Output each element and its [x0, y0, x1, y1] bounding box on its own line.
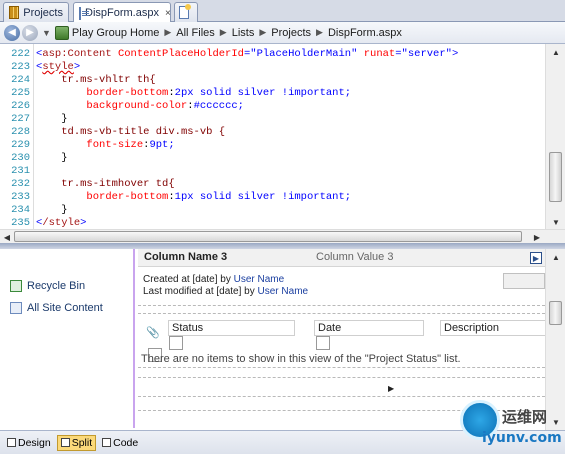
code-view-button[interactable]: Code [98, 435, 142, 451]
divider [138, 396, 545, 397]
document-tab-strip: Projects DispForm.aspx × [0, 0, 565, 23]
code-horizontal-scrollbar[interactable]: ◀ ▶ [0, 229, 565, 243]
attachment-icon: 📎 [146, 327, 160, 339]
column-header-date[interactable]: Date [314, 320, 424, 336]
code-line: 231 [11, 165, 30, 177]
code-line: 222 <asp:Content ContentPlaceHolderId="Pl… [11, 48, 459, 60]
breadcrumb-item-home[interactable]: Play Group Home [72, 27, 159, 39]
field-name: Column Name 3 [144, 251, 228, 263]
scrollbar-thumb[interactable] [14, 231, 522, 242]
back-button[interactable]: ◀ [4, 24, 20, 41]
code-line: 229 font-size:9pt; [11, 139, 175, 151]
divider [138, 313, 545, 314]
column-header-status[interactable]: Status [168, 320, 295, 336]
scroll-down-icon[interactable]: ▼ [546, 214, 565, 230]
paging-next-icon[interactable]: ▶ [388, 384, 394, 393]
breadcrumb-item-dispform[interactable]: DispForm.aspx [328, 27, 402, 39]
column-header-description[interactable]: Description [440, 320, 545, 336]
code-line: 225 border-bottom:2px solid silver !impo… [11, 87, 352, 99]
grid-icon [9, 6, 20, 19]
modified-info: Last modified at [date] by User Name [143, 286, 309, 297]
nav-link-recycle-bin[interactable]: Recycle Bin [10, 280, 85, 292]
code-editor[interactable]: 222 <asp:Content ContentPlaceHolderId="Pl… [0, 44, 545, 230]
chevron-right-icon: ▶ [219, 27, 227, 37]
scrollbar-thumb[interactable] [549, 152, 562, 202]
scroll-up-icon[interactable]: ▲ [546, 249, 565, 265]
code-line: 226 background-color:#cccccc; [11, 100, 244, 112]
chevron-right-icon[interactable]: ▶ [530, 252, 542, 264]
new-tab-button[interactable] [174, 2, 198, 22]
code-line: 227 } [11, 113, 68, 125]
new-tab-icon [179, 4, 191, 19]
tab-dispform[interactable]: DispForm.aspx × [73, 2, 171, 23]
tab-label: DispForm.aspx [85, 7, 159, 19]
watermark-text: 运维网 [502, 408, 548, 426]
breadcrumb-item-all-files[interactable]: All Files [176, 27, 215, 39]
chevron-right-icon: ▶ [259, 27, 267, 37]
code-line: 228 td.ms-vb-title div.ms-vb { [11, 126, 226, 138]
recycle-bin-icon [10, 280, 22, 292]
code-view-icon [102, 438, 112, 447]
code-line: 223 <style> [11, 61, 81, 73]
tab-label: Projects [23, 6, 63, 19]
code-line: 233 border-bottom:1px solid silver !impo… [11, 191, 352, 203]
divider [138, 377, 545, 378]
design-view-icon [7, 438, 16, 447]
form-field-row: Column Name 3 Column Value 3 ▶ [138, 249, 545, 267]
nav-link-all-site-content[interactable]: All Site Content [10, 302, 103, 314]
chevron-down-icon[interactable]: ▼ [42, 28, 51, 38]
code-line: 224 tr.ms-vhltr th{ [11, 74, 156, 86]
design-view-button[interactable]: Design [3, 435, 55, 451]
code-vertical-scrollbar[interactable]: ▲ ▼ [545, 44, 565, 230]
code-line: 232 tr.ms-itmhover td{ [11, 178, 175, 190]
split-view-icon [60, 438, 70, 447]
code-line: 230 } [11, 152, 68, 164]
divider [138, 305, 545, 306]
tab-projects[interactable]: Projects [3, 2, 69, 22]
close-icon[interactable]: × [165, 8, 171, 19]
modified-by-link[interactable]: User Name [258, 286, 309, 297]
site-home-icon [54, 25, 69, 40]
site-content-icon [10, 302, 22, 314]
quick-launch: Recycle Bin All Site Content [0, 249, 135, 428]
empty-list-message: There are no items to show in this view … [141, 353, 461, 365]
page-icon [79, 6, 89, 20]
divider [138, 367, 545, 368]
field-value: Column Value 3 [316, 251, 394, 263]
watermark: 运维网 iyunv.com [460, 400, 565, 454]
chevron-right-icon: ▶ [316, 27, 323, 37]
breadcrumb-item-lists[interactable]: Lists [232, 27, 255, 39]
watermark-url: iyunv.com [482, 430, 562, 446]
split-view-button[interactable]: Split [56, 434, 97, 451]
selection-box[interactable] [169, 336, 183, 350]
scrollbar-thumb[interactable] [549, 301, 562, 325]
chevron-right-icon: ▶ [164, 27, 172, 37]
created-info: Created at [date] by User Name [143, 274, 285, 285]
scroll-up-icon[interactable]: ▲ [546, 44, 565, 60]
breadcrumb: ◀ ▶ ▼ Play Group Home ▶ All Files ▶ List… [0, 22, 565, 44]
selection-box[interactable] [316, 336, 330, 350]
forward-button[interactable]: ▶ [22, 24, 38, 41]
created-by-link[interactable]: User Name [234, 274, 285, 285]
breadcrumb-item-projects[interactable]: Projects [271, 27, 311, 39]
code-line: 234 } [11, 204, 68, 216]
form-button-placeholder[interactable] [503, 273, 545, 289]
